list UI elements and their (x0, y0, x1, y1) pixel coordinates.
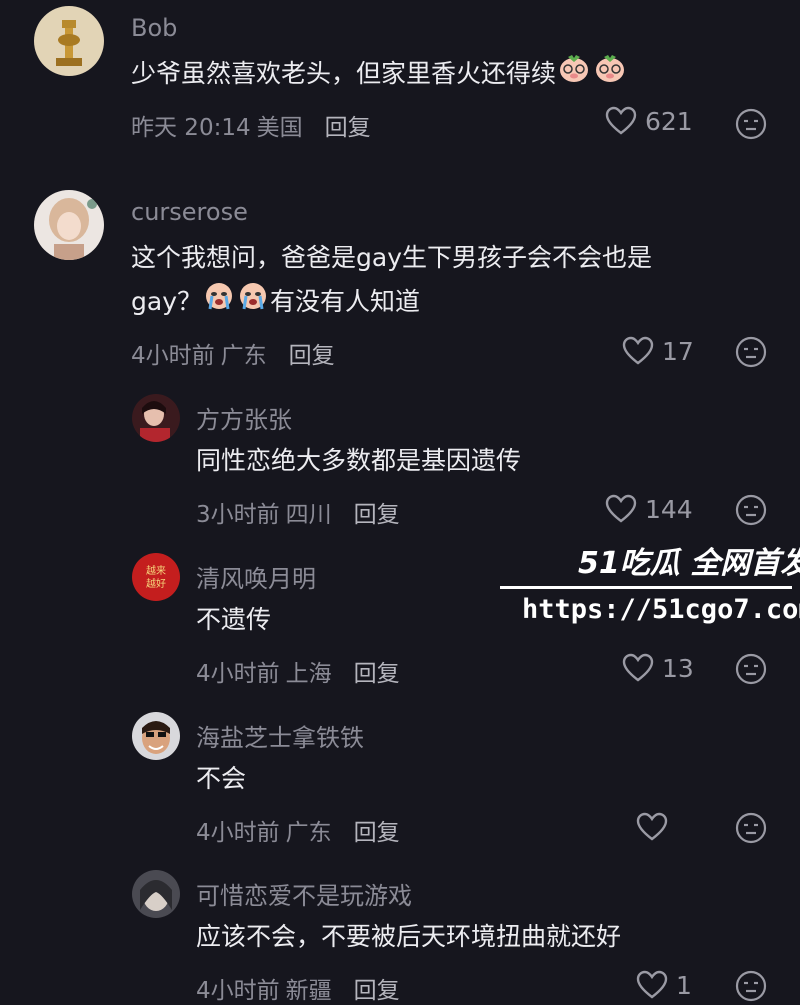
comment-text: 同性恋绝大多数都是基因遗传 (196, 446, 522, 475)
avatar[interactable] (132, 394, 180, 442)
heart-icon (622, 653, 654, 682)
like-count: 1 (676, 970, 692, 1000)
comment-meta: 4小时前 新疆 回复 (196, 971, 400, 1005)
avatar[interactable] (34, 6, 104, 76)
avatar-lettering: 越来 (146, 564, 166, 577)
location: 广东 (285, 820, 332, 846)
timestamp: 3小时前 (196, 502, 280, 528)
reply-3: 海盐芝士拿铁铁 不会 4小时前 广东 回复 (0, 710, 800, 860)
comment-meta: 3小时前 四川 回复 (196, 495, 400, 529)
location: 上海 (285, 661, 332, 687)
comment-meta: 4小时前 广东 回复 (196, 813, 400, 847)
neutral-face-icon[interactable] (735, 336, 767, 368)
comment-meta: 4小时前 上海 回复 (196, 654, 400, 688)
location: 四川 (285, 502, 332, 528)
avatar[interactable] (34, 190, 104, 260)
heart-icon (636, 970, 668, 999)
location: 新疆 (285, 978, 332, 1004)
neutral-face-icon[interactable] (735, 970, 767, 1002)
neutral-face-icon[interactable] (735, 653, 767, 685)
heart-icon (605, 106, 637, 135)
timestamp: 昨天 20:14 (131, 115, 251, 141)
comment-text: 不会 (196, 764, 247, 793)
username[interactable]: Bob (131, 14, 177, 42)
like-count: 621 (645, 106, 693, 136)
comment-text: 应该不会，不要被后天环境扭曲就还好 (196, 922, 622, 951)
username[interactable]: 方方张张 (196, 400, 292, 435)
pig-face-icon (558, 53, 590, 97)
reply-button[interactable]: 回复 (354, 502, 400, 528)
location: 美国 (256, 115, 303, 141)
reply-4: 可惜恋爱不是玩游戏 应该不会，不要被后天环境扭曲就还好 4小时前 新疆 回复 1 (0, 868, 800, 1004)
like-button[interactable]: 17 (622, 336, 694, 366)
like-button[interactable]: 1 (636, 970, 692, 1000)
timestamp: 4小时前 (196, 661, 280, 687)
crying-face-icon (238, 281, 268, 325)
like-count: 144 (645, 494, 693, 524)
timestamp: 4小时前 (131, 343, 215, 369)
timestamp: 4小时前 (196, 978, 280, 1004)
location: 广东 (220, 343, 267, 369)
reply-button[interactable]: 回复 (325, 115, 371, 141)
neutral-face-icon[interactable] (735, 108, 767, 140)
avatar[interactable] (132, 870, 180, 918)
username[interactable]: 可惜恋爱不是玩游戏 (196, 876, 412, 911)
watermark-title: 51吃瓜 全网首发 (578, 546, 800, 581)
avatar[interactable] (132, 712, 180, 760)
avatar[interactable]: 越来 越好 (132, 553, 180, 601)
reply-button[interactable]: 回复 (354, 820, 400, 846)
like-count: 17 (662, 336, 694, 366)
reply-button[interactable]: 回复 (354, 978, 400, 1004)
reply-1: 方方张张 同性恋绝大多数都是基因遗传 3小时前 四川 回复 144 (0, 392, 800, 542)
heart-icon (605, 494, 637, 523)
username[interactable]: 海盐芝士拿铁铁 (196, 718, 364, 753)
like-count: 13 (662, 653, 694, 683)
reply-button[interactable]: 回复 (289, 343, 335, 369)
comment-meta: 昨天 20:14 美国 回复 (131, 108, 371, 142)
like-button[interactable]: 144 (605, 494, 693, 524)
comment-text: 不遗传 (196, 605, 272, 634)
comment-1: Bob 少爷虽然喜欢老头，但家里香火还得续 昨天 20:14 美国 回复 621 (0, 0, 800, 170)
neutral-face-icon[interactable] (735, 494, 767, 526)
username[interactable]: 清风唤月明 (196, 559, 316, 594)
comment-meta: 4小时前 广东 回复 (131, 336, 335, 370)
neutral-face-icon[interactable] (735, 812, 767, 844)
like-button[interactable] (636, 812, 676, 842)
heart-icon (622, 336, 654, 365)
comment-text: 少爷虽然喜欢老头，但家里香火还得续 (131, 52, 628, 97)
heart-icon (636, 812, 668, 841)
like-button[interactable]: 13 (622, 653, 694, 683)
watermark-url: https://51cgo7.com (522, 594, 800, 625)
watermark-divider (500, 586, 792, 589)
comment-text: 这个我想问，爸爸是gay生下男孩子会不会也是 gay？ 有没有人知道 (131, 236, 652, 325)
comment-2: curserose 这个我想问，爸爸是gay生下男孩子会不会也是 gay？ 有没有… (0, 186, 800, 386)
reply-button[interactable]: 回复 (354, 661, 400, 687)
username[interactable]: curserose (131, 198, 248, 226)
like-button[interactable]: 621 (605, 106, 693, 136)
crying-face-icon (204, 281, 234, 325)
watermark: 51吃瓜 全网首发 https://51cgo7.com (500, 538, 800, 638)
pig-face-icon (594, 53, 626, 97)
timestamp: 4小时前 (196, 820, 280, 846)
svg-text:越好: 越好 (146, 577, 166, 590)
